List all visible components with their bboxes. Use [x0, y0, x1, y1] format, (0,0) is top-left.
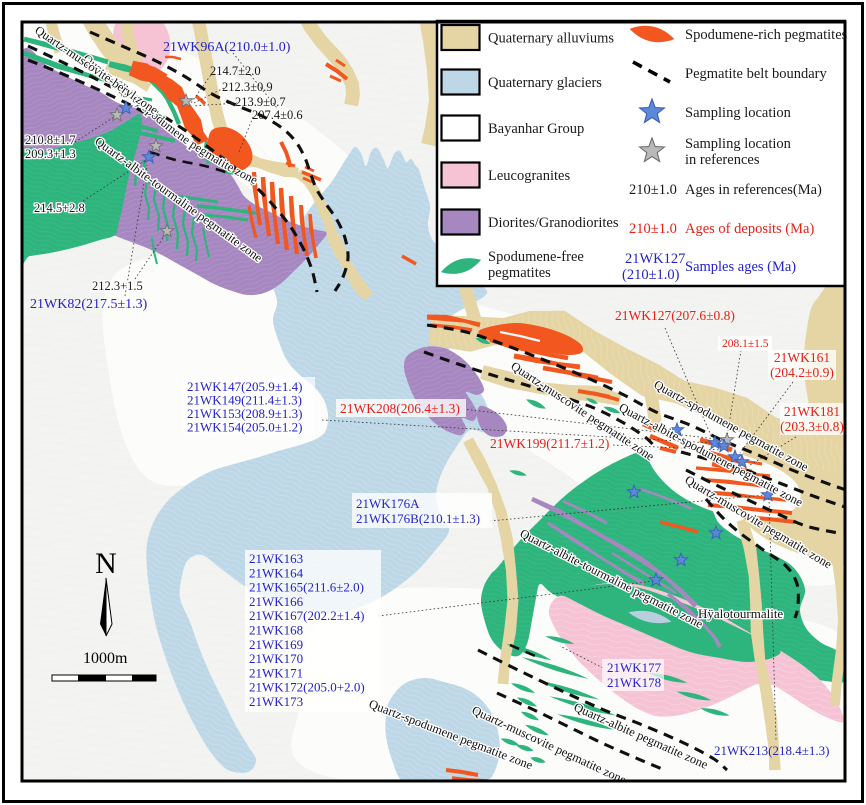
svg-text:pegmatites: pegmatites	[488, 265, 551, 281]
svg-text:21WK82(217.5±1.3): 21WK82(217.5±1.3)	[30, 297, 148, 312]
svg-text:209.3+1.3: 209.3+1.3	[25, 147, 76, 161]
svg-text:Samples ages (Ma): Samples ages (Ma)	[685, 259, 796, 275]
svg-text:(204.2±0.9): (204.2±0.9)	[770, 365, 834, 380]
svg-text:21WK96A(210.0±1.0): 21WK96A(210.0±1.0)	[163, 40, 291, 55]
svg-text:21WK181: 21WK181	[784, 404, 840, 419]
svg-text:N: N	[95, 547, 117, 580]
svg-text:21WK173: 21WK173	[249, 694, 303, 709]
svg-text:(203.3±0.8): (203.3±0.8)	[780, 419, 844, 434]
svg-text:21WK164: 21WK164	[249, 565, 304, 580]
svg-text:21WK161: 21WK161	[774, 350, 830, 365]
svg-text:Sampling location: Sampling location	[685, 136, 792, 152]
svg-text:Sampling location: Sampling location	[685, 105, 792, 121]
svg-text:21WK177: 21WK177	[607, 660, 662, 675]
svg-text:207.4±0.6: 207.4±0.6	[252, 108, 303, 122]
svg-text:Ages in references(Ma): Ages in references(Ma)	[685, 182, 822, 198]
svg-text:21WK213(218.4±1.3): 21WK213(218.4±1.3)	[714, 743, 829, 758]
svg-text:213.9±0.7: 213.9±0.7	[235, 95, 286, 109]
svg-text:21WK172(205.0+2.0): 21WK172(205.0+2.0)	[249, 680, 365, 695]
svg-text:Spodumene-rich pegmatites: Spodumene-rich pegmatites	[685, 27, 848, 43]
svg-text:Pegmatite belt boundary: Pegmatite belt boundary	[685, 66, 827, 82]
svg-text:Spodumene-free: Spodumene-free	[488, 249, 584, 265]
svg-text:21WK166: 21WK166	[249, 594, 304, 609]
svg-text:208.1±1.5: 208.1±1.5	[722, 338, 769, 350]
svg-text:210±1.0: 210±1.0	[629, 221, 677, 237]
svg-text:Quaternary glaciers: Quaternary glaciers	[488, 75, 602, 91]
svg-text:21WK127(207.6±0.8): 21WK127(207.6±0.8)	[615, 308, 735, 323]
svg-text:Leucogranites: Leucogranites	[488, 168, 570, 184]
svg-text:214.5+2.8: 214.5+2.8	[34, 201, 85, 215]
svg-text:210±1.0: 210±1.0	[629, 182, 677, 198]
svg-text:21WK208(206.4±1.3): 21WK208(206.4±1.3)	[340, 401, 460, 416]
svg-text:21WK178: 21WK178	[607, 675, 661, 690]
svg-text:21WK167(202.2±1.4): 21WK167(202.2±1.4)	[249, 608, 364, 623]
svg-text:21WK169: 21WK169	[249, 637, 303, 652]
svg-text:Bayanhar Group: Bayanhar Group	[488, 121, 584, 137]
svg-text:214.7±2.0: 214.7±2.0	[210, 64, 261, 78]
svg-text:21WK170: 21WK170	[249, 651, 303, 666]
svg-text:21WK127: 21WK127	[625, 251, 685, 267]
svg-text:21WK176A: 21WK176A	[356, 496, 420, 511]
svg-text:21WK171: 21WK171	[249, 665, 303, 680]
svg-text:21WK176B(210.1±1.3): 21WK176B(210.1±1.3)	[356, 511, 480, 526]
svg-text:21WK168: 21WK168	[249, 623, 303, 638]
svg-text:Diorites/Granodiorites: Diorites/Granodiorites	[488, 215, 619, 231]
svg-text:Ages of deposits (Ma): Ages of deposits (Ma)	[685, 221, 814, 237]
svg-text:21WK165(211.6±2.0): 21WK165(211.6±2.0)	[249, 580, 364, 595]
svg-text:212.3+1.5: 212.3+1.5	[92, 279, 143, 293]
svg-text:1000m: 1000m	[83, 650, 128, 667]
svg-text:Hÿalotourmalite: Hÿalotourmalite	[698, 606, 783, 621]
svg-text:21WK163: 21WK163	[249, 551, 303, 566]
svg-text:21WK154(205.0±1.2): 21WK154(205.0±1.2)	[187, 420, 302, 435]
svg-text:210.8±1.7: 210.8±1.7	[25, 133, 76, 147]
svg-text:in references: in references	[685, 152, 760, 168]
svg-text:212.3±0.9: 212.3±0.9	[222, 80, 273, 94]
svg-text:Quaternary alluviums: Quaternary alluviums	[488, 31, 614, 47]
svg-text:21WK199(211.7±1.2): 21WK199(211.7±1.2)	[490, 436, 609, 451]
svg-text:(210±1.0): (210±1.0)	[622, 267, 680, 283]
